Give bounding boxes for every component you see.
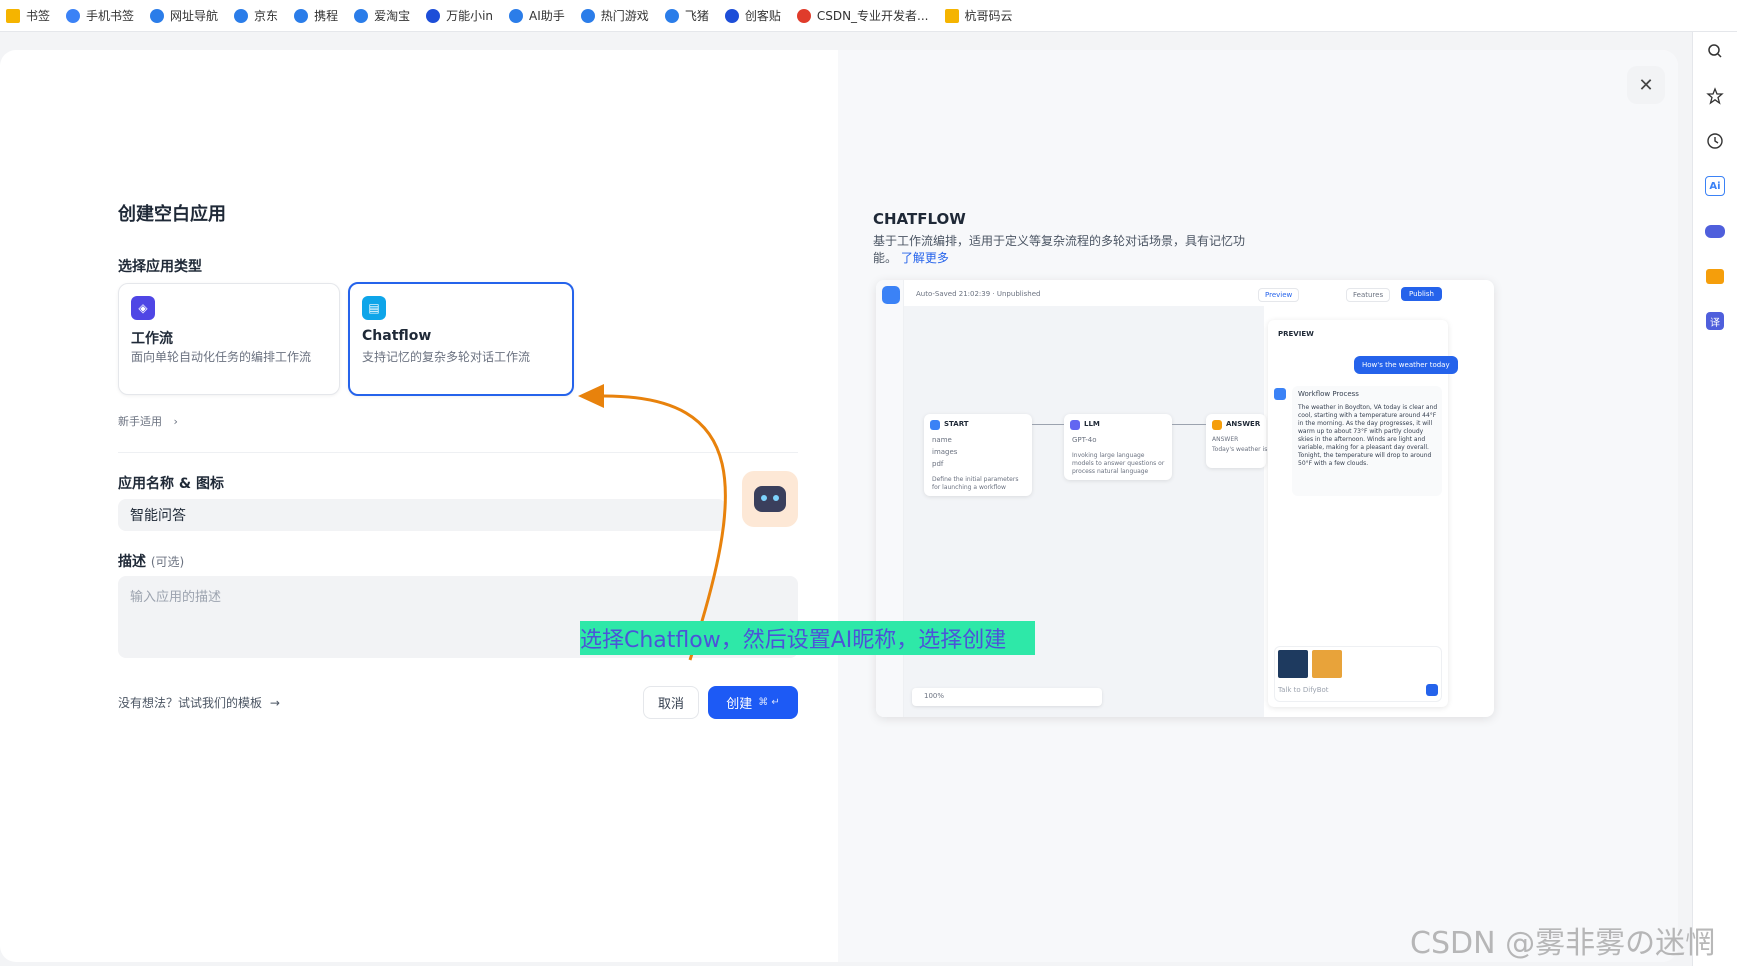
bookmark-item[interactable]: 携程 — [288, 0, 348, 32]
publish-mini-button: Publish — [1401, 287, 1442, 301]
app-logo-icon — [882, 286, 900, 304]
bookmark-label: 杭哥码云 — [964, 9, 1013, 23]
robot-icon — [754, 486, 786, 512]
bookmark-item[interactable]: 热门游戏 — [575, 0, 659, 32]
chatflow-icon: ▤ — [362, 296, 386, 320]
zoom-level: 100% — [924, 692, 945, 700]
preview-mini-button: Preview — [1258, 288, 1300, 302]
bookmark-item[interactable]: 爱淘宝 — [348, 0, 420, 32]
bookmark-label: 书签 — [26, 9, 51, 23]
bookmark-item[interactable]: 创客贴 — [719, 0, 791, 32]
answer-text: The weather in Boydton, VA today is clea… — [1298, 404, 1438, 467]
preview-chat-panel: PREVIEW How's the weather today Workflow… — [1268, 320, 1458, 707]
create-button[interactable]: 创建 ⌘ ↵ — [708, 686, 798, 719]
bookmark-item[interactable]: CSDN_专业开发者... — [791, 0, 939, 32]
bookmark-item[interactable]: 飞猪 — [659, 0, 719, 32]
bookmark-item[interactable]: AI助手 — [503, 0, 575, 32]
ai-icon[interactable]: Ai — [1704, 175, 1726, 197]
workflow-icon: ◈ — [131, 296, 155, 320]
start-node: START name images pdf Define the initial… — [924, 414, 1032, 496]
bookmark-item[interactable]: 京东 — [228, 0, 288, 32]
bookmark-icon — [580, 8, 595, 23]
bookmark-icon — [6, 8, 20, 23]
bookmark-icon — [354, 8, 369, 23]
annotation-label: 选择Chatflow，然后设置AI昵称，选择创建 — [580, 621, 1035, 655]
app-icon-picker[interactable] — [742, 471, 798, 527]
sunset-image-thumb — [1312, 650, 1342, 678]
name-label: 应用名称 & 图标 — [118, 476, 224, 492]
gamepad-icon[interactable] — [1704, 220, 1726, 242]
send-icon — [1426, 684, 1438, 696]
bookmark-icon — [944, 8, 959, 23]
answer-node: ANSWER ANSWER Today's weather is {{x}} — [1206, 414, 1288, 468]
bookmark-label: CSDN_专业开发者... — [816, 9, 929, 23]
card-desc: 面向单轮自动化任务的编排工作流 — [131, 350, 312, 364]
panel-title: CHATFLOW — [873, 210, 966, 228]
watermark: CSDN @雾非雾の迷惘 — [1410, 926, 1716, 961]
chatflow-card[interactable]: ▤ Chatflow 支持记忆的复杂多轮对话工作流 — [348, 282, 574, 396]
modal-title: 创建空白应用 — [118, 204, 226, 225]
bookmark-item[interactable]: 书签 — [0, 0, 60, 32]
bookmark-icon — [509, 8, 524, 23]
bookmark-icon — [294, 8, 309, 23]
bookmark-item[interactable]: 网址导航 — [144, 0, 228, 32]
panel-desc: 基于工作流编排，适用于定义等复杂流程的多轮对话场景，具有记忆功能。 了解更多 — [873, 234, 1246, 265]
cancel-button[interactable]: 取消 — [643, 686, 699, 719]
type-label: 选择应用类型 — [118, 259, 202, 275]
bookmark-icon — [150, 8, 165, 23]
bookmark-icon — [724, 8, 739, 23]
history-icon[interactable] — [1704, 130, 1726, 152]
bookmark-icon — [66, 8, 81, 23]
translate-icon[interactable]: 译 — [1704, 310, 1726, 332]
bookmark-label: 手机书签 — [86, 9, 135, 23]
bookmark-item[interactable]: 手机书签 — [60, 0, 144, 32]
chevron-right-icon: › — [173, 415, 178, 428]
bookmark-label: 携程 — [314, 9, 339, 23]
beginner-toggle[interactable]: 新手适用 › — [118, 413, 178, 429]
search-icon[interactable] — [1704, 40, 1726, 62]
bookmarks-bar: 书签 手机书签 网址导航 京东 携程 爱淘宝 万能小in AI助手 热门游戏 飞猪 创客贴 CSDN_… — [0, 0, 1737, 32]
browser-sidebar: Ai 译 — [1692, 32, 1737, 966]
annotation-arrow — [578, 384, 727, 661]
star-icon[interactable] — [1704, 85, 1726, 107]
template-link[interactable]: 没有想法？试试我们的模板 → — [118, 694, 280, 711]
desc-label: 描述 (可选) — [118, 554, 185, 570]
llm-node: LLM GPT-4o Invoking large language model… — [1064, 414, 1172, 480]
card-title: Chatflow — [362, 328, 432, 344]
bookmark-label: 热门游戏 — [600, 9, 649, 23]
bookmark-icon — [796, 8, 811, 23]
card-title: 工作流 — [131, 331, 173, 347]
bookmark-icon — [664, 8, 679, 23]
bookmark-label: 万能小in — [446, 9, 494, 23]
user-message-bubble: How's the weather today — [1354, 356, 1458, 374]
arrow-right-icon: → — [269, 696, 280, 710]
preview-panel: CHATFLOW 基于工作流编排，适用于定义等复杂流程的多轮对话场景，具有记忆功… — [838, 50, 1678, 962]
close-button[interactable]: ✕ — [1627, 66, 1665, 104]
features-mini-button: Features — [1346, 288, 1391, 302]
bookmark-icon — [234, 8, 249, 23]
bookmark-label: 创客贴 — [744, 9, 781, 23]
workflow-card[interactable]: ◈ 工作流 面向单轮自动化任务的编排工作流 — [118, 283, 340, 395]
bookmark-item[interactable]: 万能小in — [420, 0, 503, 32]
bookmark-label: 飞猪 — [684, 9, 709, 23]
toolbox-icon[interactable] — [1704, 265, 1726, 287]
autosave-status: Auto-Saved 21:02:39 · Unpublished — [916, 290, 1041, 298]
bookmark-label: 网址导航 — [170, 9, 219, 23]
bookmark-label: 爱淘宝 — [374, 9, 411, 23]
learn-more-link[interactable]: 了解更多 — [901, 251, 949, 265]
bookmark-item[interactable]: 杭哥码云 — [939, 0, 1023, 32]
mountain-image-thumb — [1278, 650, 1308, 678]
create-app-modal: CHATFLOW 基于工作流编排，适用于定义等复杂流程的多轮对话场景，具有记忆功… — [0, 50, 1678, 962]
bookmark-icon — [426, 8, 441, 23]
shortcut-hint: ⌘ ↵ — [758, 697, 780, 708]
close-icon: ✕ — [1638, 74, 1654, 96]
bookmark-label: 京东 — [254, 9, 279, 23]
card-desc: 支持记忆的复杂多轮对话工作流 — [362, 350, 531, 364]
bookmark-label: AI助手 — [529, 9, 565, 23]
